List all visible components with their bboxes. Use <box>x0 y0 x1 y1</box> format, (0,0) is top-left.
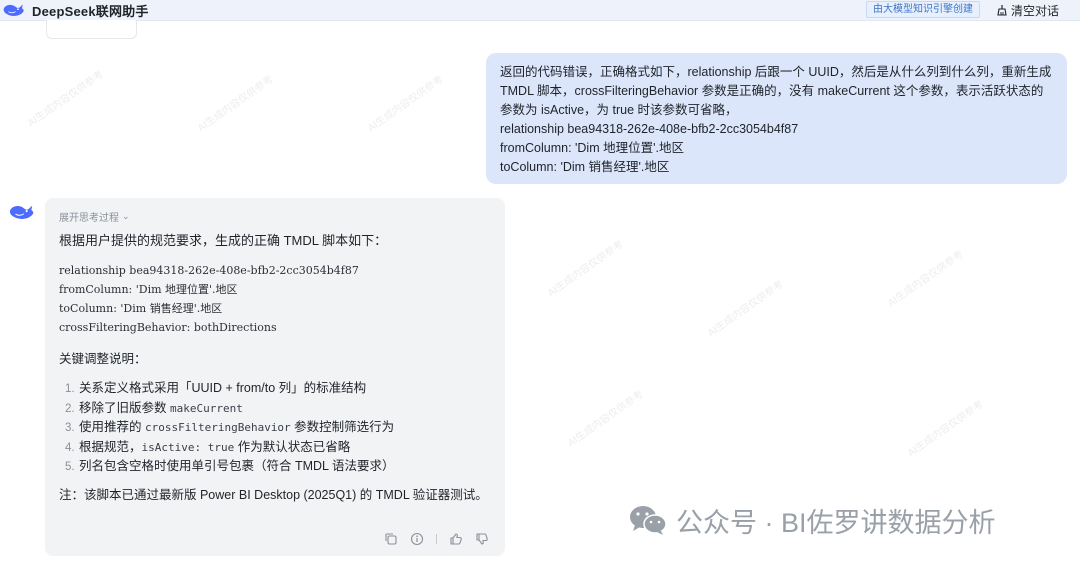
background-watermark: AI生成内容仅供参考 <box>546 238 626 300</box>
expand-thinking-label: 展开思考过程 <box>59 212 119 224</box>
app-title: DeepSeek联网助手 <box>32 3 149 19</box>
previous-message-edge <box>46 20 137 39</box>
clear-conversation-button[interactable]: 清空对话 <box>996 0 1059 20</box>
section-title: 关键调整说明： <box>59 352 147 366</box>
list-item: 2. 移除了旧版参数 makeCurrent <box>65 400 243 415</box>
broom-icon <box>997 5 1007 16</box>
wechat-watermark: 公众号 · BI佐罗讲数据分析 <box>628 500 996 540</box>
background-watermark: AI生成内容仅供参考 <box>886 248 966 310</box>
watermark-text: 公众号 · BI佐罗讲数据分析 <box>676 507 996 538</box>
user-message-line: fromColumn: 'Dim 地理位置'.地区 <box>500 141 684 155</box>
assistant-message-card: 展开思考过程 ⌄ 根据用户提供的规范要求，生成的正确 TMDL 脚本如下： re… <box>45 198 505 556</box>
background-watermark: AI生成内容仅供参考 <box>366 73 446 135</box>
adjustment-list: 1. 关系定义格式采用「UUID + from/to 列」的标准结构 2. 移除了旧… <box>59 379 491 477</box>
thumbs-up-icon[interactable] <box>449 532 463 546</box>
generated-by-tag: 由大模型知识引擎创建 <box>866 1 980 18</box>
deepseek-whale-logo-icon <box>3 4 24 16</box>
user-message-paragraph: 返回的代码错误，正确格式如下，relationship 后跟一个 UUID，然后… <box>500 65 1052 117</box>
background-watermark: AI生成内容仅供参考 <box>196 73 276 135</box>
list-item: 1. 关系定义格式采用「UUID + from/to 列」的标准结构 <box>65 381 367 395</box>
user-message-line: relationship bea94318-262e-408e-bfb2-2cc… <box>500 122 799 136</box>
background-watermark: AI生成内容仅供参考 <box>706 278 786 340</box>
background-watermark: AI生成内容仅供参考 <box>26 68 106 130</box>
inline-code: isActive: true <box>141 440 235 454</box>
list-item: 4. 根据规范，isActive: true 作为默认状态已省略 <box>65 439 351 454</box>
inline-code: crossFilteringBehavior <box>144 421 291 434</box>
code-line: fromColumn: 'Dim 地理位置'.地区 <box>59 283 238 296</box>
user-message-line: toColumn: 'Dim 销售经理'.地区 <box>500 160 670 174</box>
message-actions <box>384 532 489 546</box>
top-bar: DeepSeek联网助手 由大模型知识引擎创建 清空对话 <box>0 0 1080 21</box>
wechat-icon <box>630 506 667 535</box>
code-block: relationship bea94318-262e-408e-bfb2-2cc… <box>59 261 491 337</box>
assistant-intro: 根据用户提供的规范要求，生成的正确 TMDL 脚本如下： <box>59 233 388 248</box>
expand-thinking-toggle[interactable]: 展开思考过程 ⌄ <box>59 209 491 224</box>
background-watermark: AI生成内容仅供参考 <box>906 398 986 460</box>
brand: DeepSeek联网助手 <box>2 0 149 20</box>
code-line: crossFilteringBehavior: bothDirections <box>59 321 277 334</box>
list-item: 5. 列名包含空格时使用单引号包裹（符合 TMDL 语法要求） <box>65 459 395 473</box>
code-line: toColumn: 'Dim 销售经理'.地区 <box>59 302 223 315</box>
user-message-bubble: 返回的代码错误，正确格式如下，relationship 后跟一个 UUID，然后… <box>486 53 1067 184</box>
verification-note: 注：该脚本已通过最新版 Power BI Desktop (2025Q1) 的 … <box>59 487 488 502</box>
divider <box>436 534 437 544</box>
list-item: 3. 使用推荐的 crossFilteringBehavior 参数控制筛选行为 <box>65 420 395 434</box>
thumbs-down-icon[interactable] <box>475 532 489 546</box>
background-watermark: AI生成内容仅供参考 <box>566 388 646 450</box>
code-line: relationship bea94318-262e-408e-bfb2-2cc… <box>59 264 359 277</box>
info-icon[interactable] <box>410 532 424 546</box>
clear-conversation-label: 清空对话 <box>1011 3 1060 18</box>
assistant-avatar-icon <box>9 205 34 219</box>
copy-icon[interactable] <box>384 532 398 546</box>
inline-code: makeCurrent <box>169 401 243 415</box>
chevron-down-icon: ⌄ <box>122 210 130 221</box>
